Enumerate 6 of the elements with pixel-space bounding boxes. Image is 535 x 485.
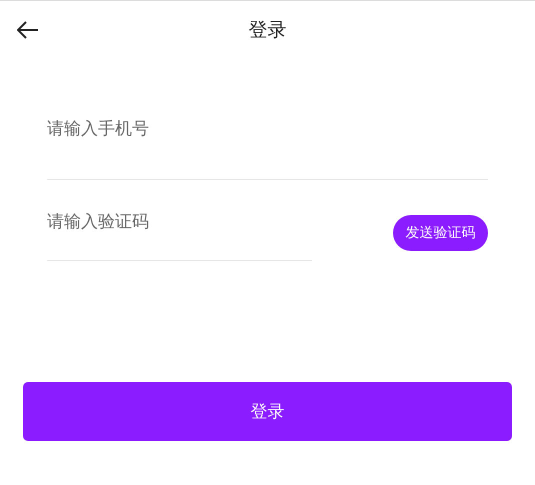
page-title: 登录 <box>248 18 286 43</box>
phone-input-field[interactable]: 请输入手机号 <box>47 59 488 180</box>
login-button[interactable]: 登录 <box>23 382 512 441</box>
send-code-button[interactable]: 发送验证码 <box>393 215 488 251</box>
back-arrow-icon[interactable] <box>17 21 39 39</box>
code-input-field[interactable]: 请输入验证码 <box>47 204 312 261</box>
